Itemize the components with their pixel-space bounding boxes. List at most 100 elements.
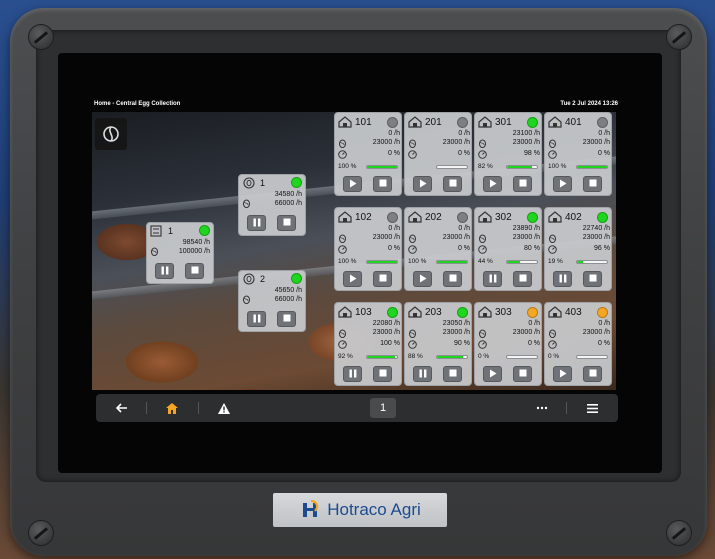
stop-button[interactable] (583, 366, 602, 382)
egg-icon (242, 295, 251, 306)
house-icon (478, 211, 492, 225)
egg-rate: 0 /h (458, 130, 470, 137)
target-row: 23000 /h (408, 329, 470, 339)
egg-icon (242, 199, 251, 210)
warning-icon (218, 402, 230, 414)
egg-rate: 0 /h (528, 320, 540, 327)
house-number: 101 (355, 117, 372, 128)
house-card-403[interactable]: 403 0 /h 23000 /h 0 % 0 % (544, 302, 612, 386)
speed-progress-bar (366, 355, 398, 359)
stop-button[interactable] (373, 271, 392, 287)
pause-button[interactable] (553, 271, 572, 287)
stop-button[interactable] (513, 366, 532, 382)
house-card-203[interactable]: 203 23050 /h 23000 /h 90 % 88 % (404, 302, 472, 386)
stop-button[interactable] (443, 271, 462, 287)
page-indicator[interactable]: 1 (370, 398, 396, 418)
home-button[interactable] (154, 394, 190, 422)
screw-icon (666, 520, 692, 546)
house-number: 202 (425, 212, 442, 223)
menu-button[interactable] (574, 394, 610, 422)
egg-rate: 23890 /h (512, 225, 540, 232)
stop-button[interactable] (583, 176, 602, 192)
gauge-icon (478, 340, 487, 351)
pause-icon (489, 274, 497, 285)
play-icon (489, 369, 497, 380)
play-button[interactable] (343, 176, 362, 192)
efficiency: 0 % (527, 340, 540, 347)
pause-button[interactable] (483, 271, 502, 287)
stop-button[interactable] (583, 271, 602, 287)
house-card-303[interactable]: 303 0 /h 23000 /h 0 % 0 % (474, 302, 542, 386)
house-card-102[interactable]: 102 0 /h 23000 /h 0 % 100 % (334, 207, 402, 291)
house-card-301[interactable]: 301 23100 /h 23000 /h 98 % 82 % (474, 112, 542, 196)
play-icon (559, 179, 567, 190)
app-logo-button[interactable] (95, 118, 127, 150)
efficiency: 80 % (524, 245, 540, 252)
stack-number: 1 (168, 226, 174, 236)
stop-icon (379, 179, 387, 189)
target-row: 23000 /h (338, 234, 400, 244)
brand-plate: Hotraco Agri (273, 493, 447, 527)
egg-rate: 45650 /h (274, 287, 302, 294)
house-icon (408, 211, 422, 225)
house-icon (548, 116, 562, 130)
house-card-201[interactable]: 201 0 /h 23000 /h 0 % (404, 112, 472, 196)
stop-button[interactable] (373, 366, 392, 382)
status-indicator (387, 307, 398, 318)
house-card-header: 202 (408, 211, 470, 223)
play-button[interactable] (553, 176, 572, 192)
stop-button[interactable] (277, 215, 296, 231)
speed-progress-bar (436, 355, 468, 359)
pause-button[interactable] (247, 311, 266, 327)
house-card-202[interactable]: 202 0 /h 23000 /h 0 % 100 % (404, 207, 472, 291)
house-card-401[interactable]: 401 0 /h 23000 /h 0 % 100 % (544, 112, 612, 196)
gauge-icon (338, 245, 347, 256)
house-card-302[interactable]: 302 23890 /h 23000 /h 80 % 44 % (474, 207, 542, 291)
play-button[interactable] (553, 366, 572, 382)
pause-button[interactable] (155, 263, 174, 279)
stop-button[interactable] (443, 176, 462, 192)
stack-card-3[interactable]: 2 45650 /h 66000 /h (238, 270, 306, 332)
speed-progress-bar (506, 355, 538, 359)
play-button[interactable] (483, 366, 502, 382)
speed-progress-bar (576, 355, 608, 359)
play-button[interactable] (343, 271, 362, 287)
stop-button[interactable] (277, 311, 296, 327)
stop-button[interactable] (373, 176, 392, 192)
pause-button[interactable] (413, 366, 432, 382)
back-button[interactable] (104, 394, 140, 422)
play-icon (349, 274, 357, 285)
house-card-402[interactable]: 402 22740 /h 23000 /h 96 % 19 % (544, 207, 612, 291)
brand-name: Hotraco Agri (327, 500, 421, 519)
play-button[interactable] (413, 271, 432, 287)
play-icon (419, 274, 427, 285)
play-button[interactable] (483, 176, 502, 192)
more-button[interactable] (524, 394, 560, 422)
speed-progress-bar (436, 165, 468, 169)
speed-value: 100 % (338, 258, 357, 265)
egg-target: 66000 /h (274, 200, 302, 207)
pause-button[interactable] (343, 366, 362, 382)
stack-card-2[interactable]: 1 34580 /h 66000 /h (238, 174, 306, 236)
play-button[interactable] (413, 176, 432, 192)
stop-button[interactable] (185, 263, 204, 279)
house-icon (548, 306, 562, 320)
efficiency: 96 % (594, 245, 610, 252)
house-card-101[interactable]: 101 0 /h 23000 /h 0 % 100 % (334, 112, 402, 196)
alarm-button[interactable] (206, 394, 242, 422)
target-row: 23000 /h (338, 139, 400, 149)
gauge-icon (548, 150, 557, 161)
house-icon (408, 116, 422, 130)
efficiency: 90 % (454, 340, 470, 347)
pause-button[interactable] (247, 215, 266, 231)
stop-button[interactable] (513, 271, 532, 287)
stack-card-1[interactable]: 1 98540 /h 100000 /h (146, 222, 214, 284)
status-indicator (457, 212, 468, 223)
stop-icon (589, 369, 597, 379)
egg-target: 23000 /h (372, 234, 400, 241)
stop-button[interactable] (513, 176, 532, 192)
house-card-103[interactable]: 103 22080 /h 23000 /h 100 % 92 % (334, 302, 402, 386)
play-icon (419, 179, 427, 190)
efficiency-row: 80 % (478, 245, 540, 254)
stop-button[interactable] (443, 366, 462, 382)
